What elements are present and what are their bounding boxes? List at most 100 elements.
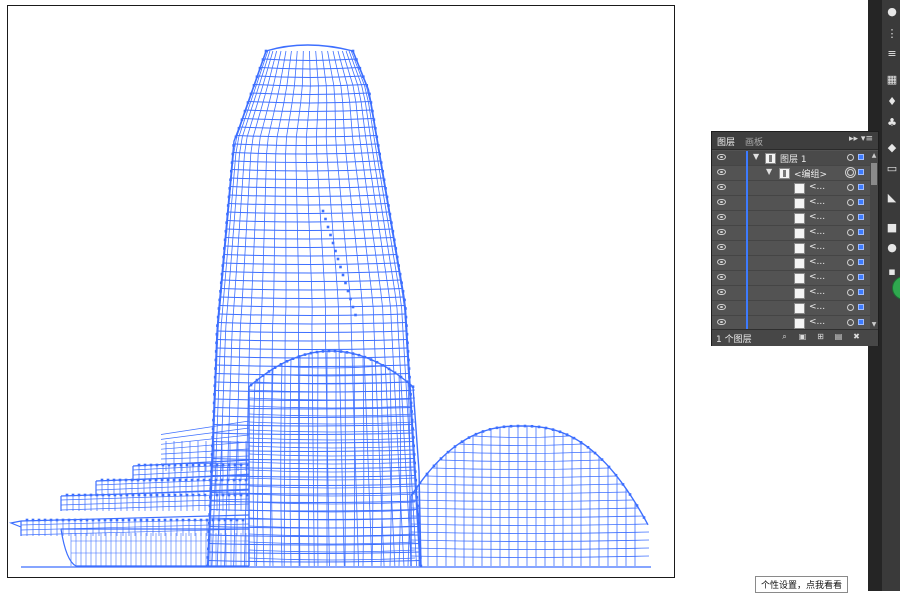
visibility-eye-icon[interactable] bbox=[717, 289, 726, 295]
group-row[interactable]: ▼ <编组> bbox=[712, 166, 870, 181]
expand-triangle-icon[interactable]: ▼ bbox=[753, 152, 759, 161]
sublayer-name: <... bbox=[809, 287, 826, 297]
locate-object-icon[interactable]: ⌕ bbox=[780, 332, 789, 341]
symbol-icon[interactable]: ♣ bbox=[886, 117, 898, 129]
target-circle-icon[interactable] bbox=[847, 154, 854, 161]
scroll-down-icon[interactable]: ▼ bbox=[870, 321, 878, 328]
tab-layers[interactable]: 图层 bbox=[717, 135, 735, 148]
group-thumbnail bbox=[779, 168, 790, 179]
sublayer-thumbnail bbox=[794, 198, 805, 209]
group-name: <编组> bbox=[794, 170, 828, 180]
sublayer-thumbnail bbox=[794, 213, 805, 224]
visibility-eye-icon[interactable] bbox=[717, 319, 726, 325]
target-circle-icon[interactable] bbox=[847, 304, 854, 311]
scroll-thumb[interactable] bbox=[871, 163, 877, 185]
selection-square-icon[interactable] bbox=[858, 154, 864, 160]
visibility-eye-icon[interactable] bbox=[717, 184, 726, 190]
visibility-eye-icon[interactable] bbox=[717, 214, 726, 220]
sublayer-thumbnail bbox=[794, 258, 805, 269]
appearance-icon[interactable]: ● bbox=[886, 242, 898, 254]
sublayer-name: <... bbox=[809, 242, 826, 252]
selection-square-icon[interactable] bbox=[858, 214, 864, 220]
selection-square-icon[interactable] bbox=[858, 259, 864, 265]
sublayer-row[interactable]: <... bbox=[712, 271, 870, 286]
align-icon[interactable]: ≡ bbox=[886, 48, 898, 60]
tab-artboards[interactable]: 画板 bbox=[745, 135, 763, 148]
sublayer-row[interactable]: <... bbox=[712, 316, 870, 329]
visibility-eye-icon[interactable] bbox=[717, 154, 726, 160]
sublayer-row[interactable]: <... bbox=[712, 181, 870, 196]
selection-square-icon[interactable] bbox=[858, 244, 864, 250]
sublayer-row[interactable]: <... bbox=[712, 301, 870, 316]
visibility-eye-icon[interactable] bbox=[717, 304, 726, 310]
layer-color-bar bbox=[746, 241, 748, 256]
sublayer-row[interactable]: <... bbox=[712, 256, 870, 271]
layer-color-bar bbox=[746, 271, 748, 286]
visibility-eye-icon[interactable] bbox=[717, 199, 726, 205]
scroll-up-icon[interactable]: ▲ bbox=[870, 152, 878, 159]
selection-square-icon[interactable] bbox=[858, 289, 864, 295]
target-circle-icon[interactable] bbox=[847, 184, 854, 191]
visibility-eye-icon[interactable] bbox=[717, 229, 726, 235]
transparency-icon[interactable]: ■ bbox=[886, 222, 898, 234]
target-circle-icon[interactable] bbox=[847, 214, 854, 221]
sublayer-name: <... bbox=[809, 182, 826, 192]
new-layer-icon[interactable]: ▤ bbox=[834, 332, 843, 341]
target-circle-icon[interactable] bbox=[847, 259, 854, 266]
sublayer-thumbnail bbox=[794, 228, 805, 239]
visibility-eye-icon[interactable] bbox=[717, 244, 726, 250]
selection-square-icon[interactable] bbox=[858, 229, 864, 235]
target-circle-icon[interactable] bbox=[847, 244, 854, 251]
layer-thumbnail bbox=[765, 153, 776, 164]
selection-square-icon[interactable] bbox=[858, 274, 864, 280]
sublayer-row[interactable]: <... bbox=[712, 241, 870, 256]
artboards-icon[interactable]: ▭ bbox=[886, 163, 898, 175]
visibility-eye-icon[interactable] bbox=[717, 259, 726, 265]
layer-color-bar bbox=[746, 226, 748, 241]
pathfinder-icon[interactable]: ▦ bbox=[886, 74, 898, 86]
sublayer-row[interactable]: <... bbox=[712, 211, 870, 226]
sublayer-thumbnail bbox=[794, 273, 805, 284]
panel-menu-icon[interactable]: ▸▸ ▾≡ bbox=[849, 134, 873, 144]
target-circle-icon[interactable] bbox=[847, 229, 854, 236]
globe-icon[interactable]: ● bbox=[886, 6, 898, 18]
expand-triangle-icon[interactable]: ▼ bbox=[766, 167, 772, 176]
selection-square-icon[interactable] bbox=[858, 319, 864, 325]
layer-color-bar bbox=[746, 211, 748, 226]
clipping-mask-icon[interactable]: ▣ bbox=[798, 332, 807, 341]
building-wireframe[interactable] bbox=[8, 6, 676, 579]
sublayer-thumbnail bbox=[794, 318, 805, 329]
layer-color-bar bbox=[746, 196, 748, 211]
layer-color-bar bbox=[746, 181, 748, 196]
graphic-styles-icon[interactable]: ▪ bbox=[886, 266, 898, 278]
selection-square-icon[interactable] bbox=[858, 199, 864, 205]
transform-icon[interactable]: ⋮ bbox=[886, 28, 898, 40]
visibility-eye-icon[interactable] bbox=[717, 274, 726, 280]
sublayer-name: <... bbox=[809, 227, 826, 237]
layer-row[interactable]: ▼ 图层 1 bbox=[712, 151, 870, 166]
delete-layer-icon[interactable]: ✖ bbox=[852, 332, 861, 341]
layer-color-bar bbox=[746, 316, 748, 329]
gradient-icon[interactable]: ◣ bbox=[886, 192, 898, 204]
selection-square-icon[interactable] bbox=[858, 184, 864, 190]
sublayer-row[interactable]: <... bbox=[712, 226, 870, 241]
sublayer-thumbnail bbox=[794, 183, 805, 194]
new-sublayer-icon[interactable]: ⊞ bbox=[816, 332, 825, 341]
layers-list: ▼ 图层 1 ▼ <编组> <... <... <... <... <... <... <.… bbox=[712, 151, 870, 329]
personalize-tooltip[interactable]: 个性设置，点我看看 bbox=[755, 576, 849, 593]
sublayer-row[interactable]: <... bbox=[712, 286, 870, 301]
sublayer-name: <... bbox=[809, 257, 826, 267]
layers-icon[interactable]: ◆ bbox=[886, 142, 898, 154]
target-circle-icon[interactable] bbox=[847, 274, 854, 281]
layers-scrollbar[interactable]: ▲ ▼ bbox=[870, 151, 878, 329]
target-circle-icon[interactable] bbox=[847, 289, 854, 296]
target-circle-icon[interactable] bbox=[847, 169, 854, 176]
target-circle-icon[interactable] bbox=[847, 199, 854, 206]
target-circle-icon[interactable] bbox=[847, 319, 854, 326]
brush-icon[interactable]: ♦ bbox=[886, 96, 898, 108]
selection-square-icon[interactable] bbox=[858, 169, 864, 175]
sublayer-row[interactable]: <... bbox=[712, 196, 870, 211]
visibility-eye-icon[interactable] bbox=[717, 169, 726, 175]
selection-square-icon[interactable] bbox=[858, 304, 864, 310]
artboard[interactable] bbox=[7, 5, 675, 578]
